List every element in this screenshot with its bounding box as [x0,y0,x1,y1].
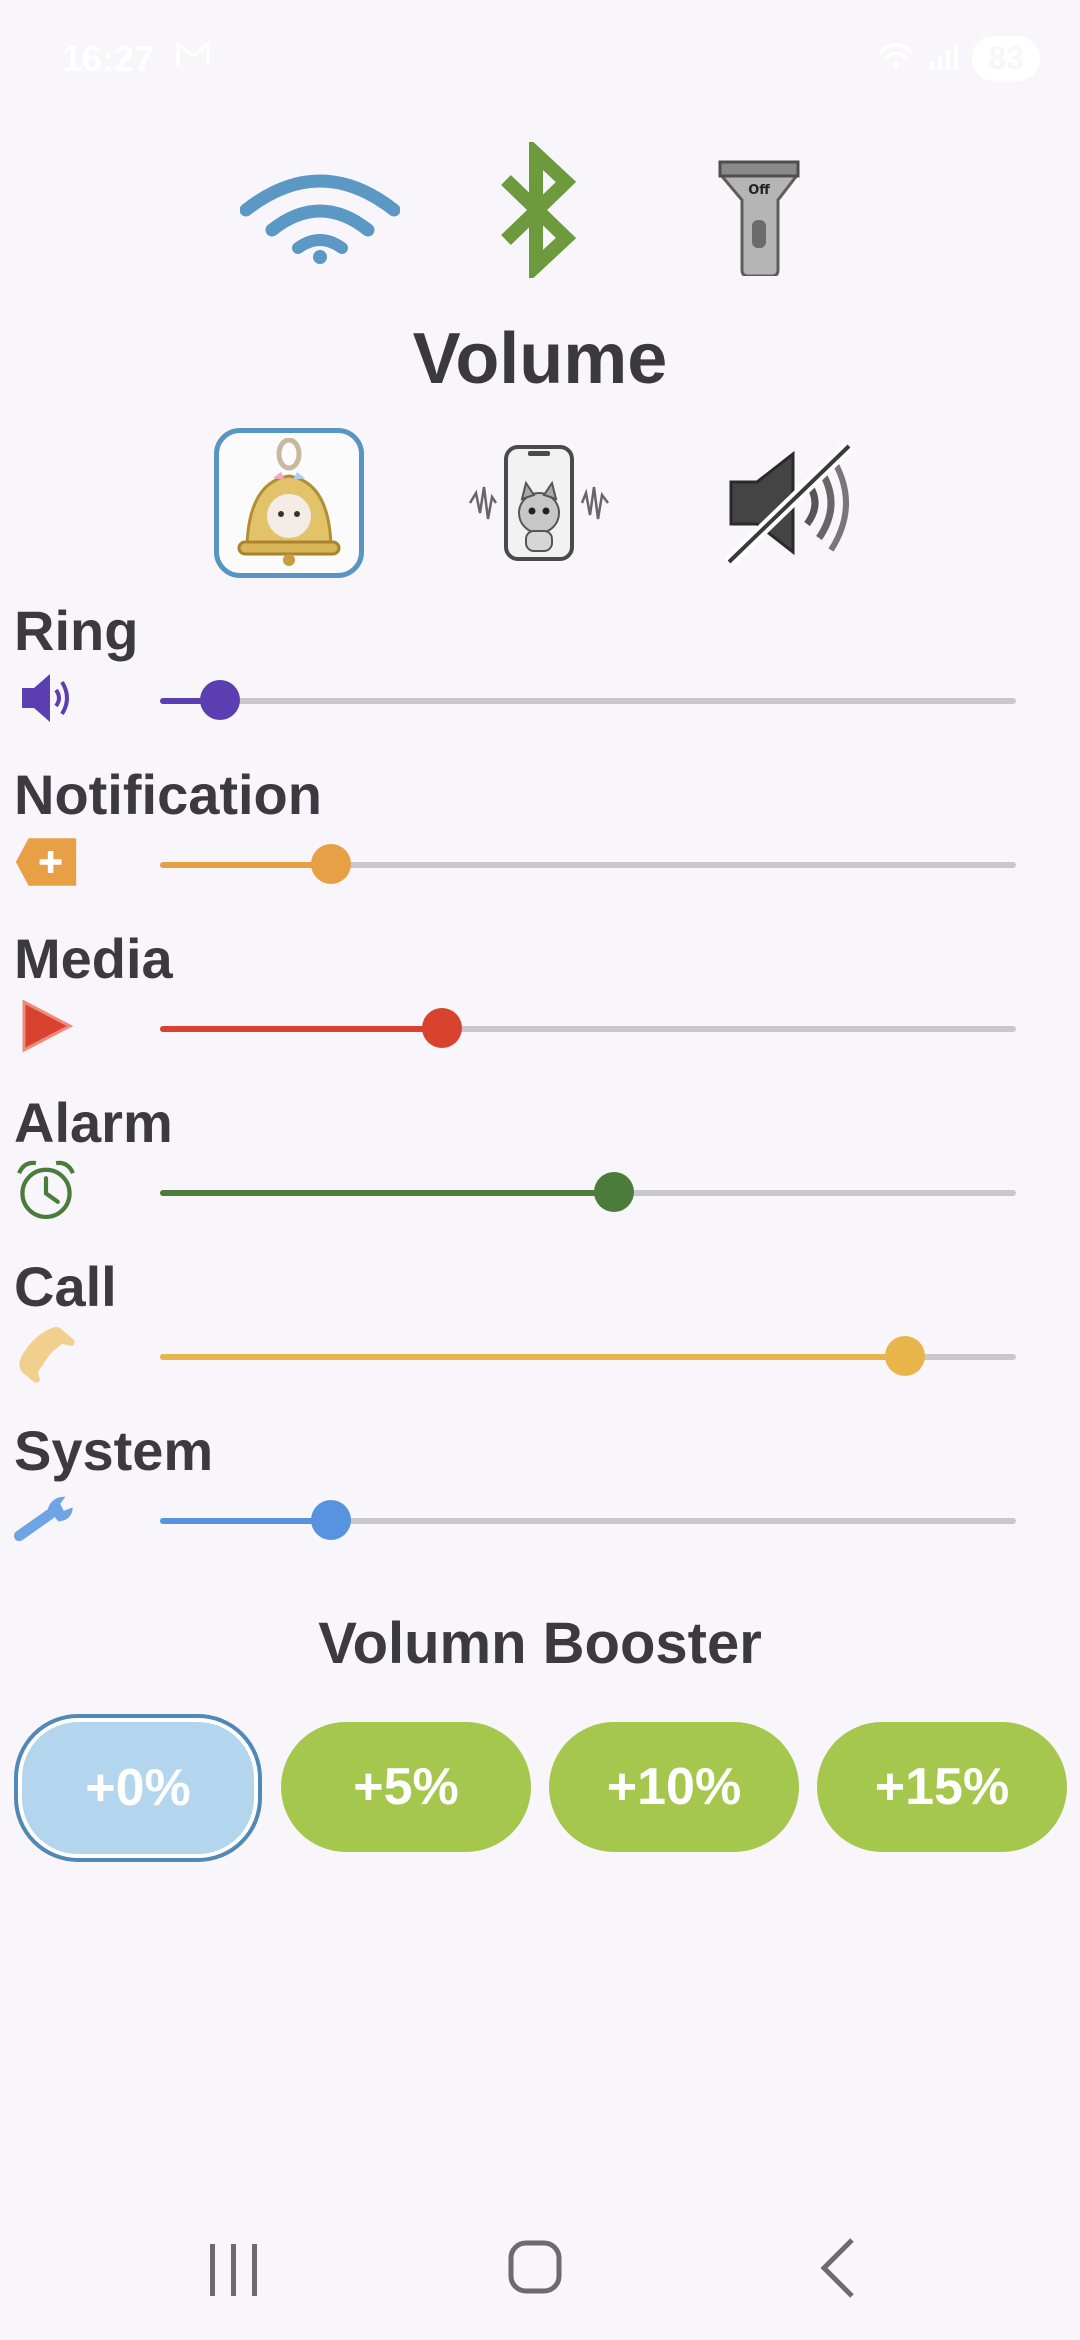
navigation-bar [0,2200,1080,2340]
flashlight-icon[interactable]: Off [714,158,804,281]
phone-icon [14,1322,78,1386]
media-volume-slider[interactable] [160,1008,1016,1048]
volume-label: Media [14,927,173,990]
signal-icon [928,42,959,75]
volume-row-notification: Notification [0,762,1080,926]
wrench-icon [14,1486,78,1550]
alarm-volume-slider[interactable] [160,1172,1016,1212]
speaker-icon [14,666,78,730]
battery-indicator: 83 [972,36,1040,81]
boost-15-button[interactable]: +15% [817,1722,1067,1852]
ring-volume-slider[interactable] [160,680,1016,720]
volume-row-ring: Ring [0,598,1080,762]
status-bar: 16:27 83 [0,0,1080,120]
mute-icon [724,441,854,567]
slider-thumb[interactable] [199,680,240,720]
volume-label: Alarm [14,1091,173,1154]
volume-label: Ring [14,599,139,662]
status-time: 16:27 [62,38,155,79]
alarm-clock-icon [14,1158,78,1222]
vibrate-phone-icon [468,445,609,561]
slider-thumb[interactable] [884,1336,925,1376]
slider-thumb[interactable] [422,1008,463,1048]
volume-row-call: Call [0,1254,1080,1418]
volume-label: Call [14,1255,117,1318]
wifi-icon[interactable] [239,174,401,269]
call-volume-slider[interactable] [160,1336,1016,1376]
slider-thumb[interactable] [593,1172,634,1212]
volume-label: System [14,1419,214,1482]
recents-icon[interactable] [206,2240,262,2305]
slider-fill [160,1518,332,1524]
slider-thumb[interactable] [311,844,352,884]
system-volume-slider[interactable] [160,1500,1016,1540]
slider-thumb[interactable] [311,1500,352,1540]
bluetooth-icon[interactable] [494,137,584,283]
slider-fill [160,862,332,868]
volume-row-alarm: Alarm [0,1090,1080,1254]
volume-row-system: System [0,1418,1080,1582]
silent-mode-button[interactable] [714,428,864,578]
booster-options: +0% +5% +10% +15% [0,1710,1080,1870]
booster-title: Volumn Booster [318,1611,762,1676]
sound-mode-selector [0,428,1080,584]
slider-fill [160,1190,614,1196]
volume-label: Notification [14,763,322,826]
mail-icon [176,40,210,73]
slider-fill [160,1026,443,1032]
play-icon [14,994,78,1058]
page-title: Volume [412,319,668,399]
ring-mode-button[interactable] [214,428,364,578]
volume-row-media: Media [0,926,1080,1090]
boost-5-button[interactable]: +5% [281,1722,531,1852]
back-icon[interactable] [818,2236,858,2305]
flashlight-state: Off [748,183,770,198]
notification-volume-slider[interactable] [160,844,1016,884]
boost-10-button[interactable]: +10% [549,1722,799,1852]
wifi-status-icon [878,42,914,75]
quick-toggles: Off [0,130,1080,283]
vibrate-mode-button[interactable] [464,428,614,578]
slider-fill [160,1354,905,1360]
home-icon[interactable] [506,2238,566,2303]
boost-0-button[interactable]: +0% [18,1718,258,1858]
bell-icon [237,438,341,566]
notification-plus-icon [14,830,78,894]
